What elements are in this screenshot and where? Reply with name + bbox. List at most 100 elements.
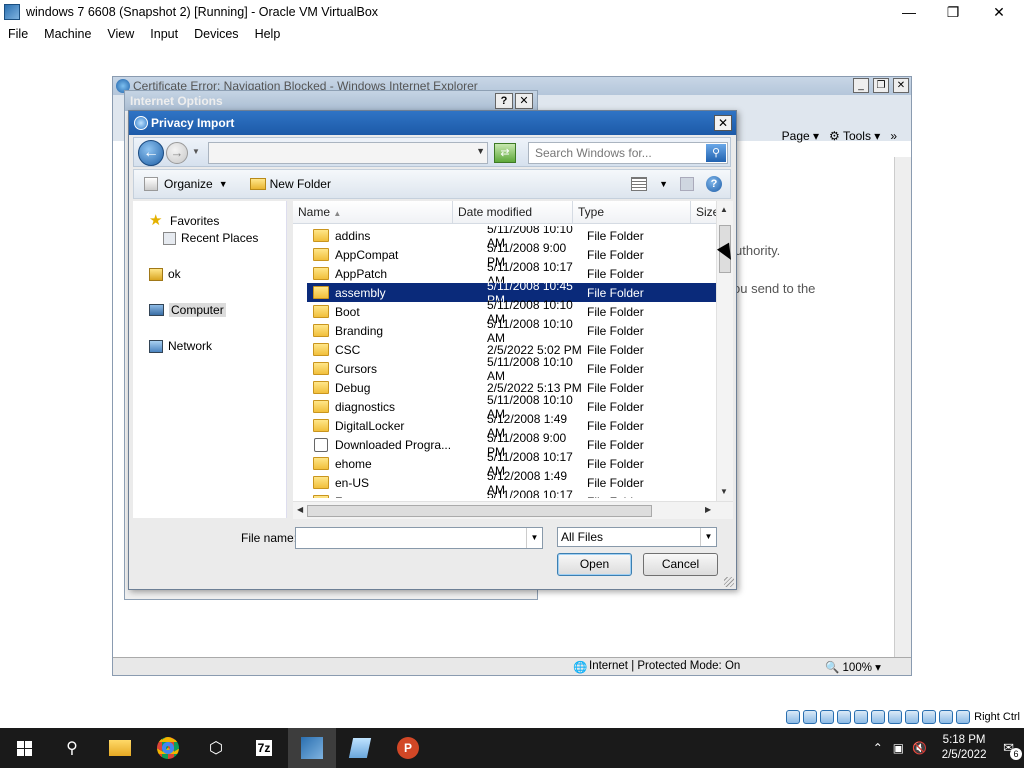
file-type: File Folder	[587, 247, 644, 262]
nav-network[interactable]: Network	[149, 339, 212, 353]
search-button[interactable]: ⚲	[48, 728, 96, 768]
nav-favorites[interactable]: ★ Favorites	[149, 213, 219, 229]
mouse-integration-icon[interactable]	[939, 710, 954, 724]
globe-icon: 🌐	[573, 662, 588, 674]
folder-icon	[313, 229, 329, 242]
7zip-icon: 7z	[255, 740, 273, 756]
new-folder-button[interactable]: New Folder	[249, 177, 331, 191]
hdd-icon[interactable]	[786, 710, 801, 724]
forward-button[interactable]: →	[166, 142, 188, 164]
column-size[interactable]: Size	[691, 201, 719, 223]
file-explorer-button[interactable]	[96, 728, 144, 768]
ie-minimize-button[interactable]: _	[853, 78, 869, 93]
nav-ok[interactable]: ok	[149, 267, 181, 281]
network-adapter-icon[interactable]	[837, 710, 852, 724]
menu-machine[interactable]: Machine	[36, 27, 99, 41]
virtualbox-icon	[301, 737, 323, 759]
ie-maximize-button[interactable]: ❐	[873, 78, 889, 93]
cpu-icon[interactable]	[922, 710, 937, 724]
minimize-button[interactable]: —	[886, 0, 932, 24]
address-bar[interactable]: ▼	[208, 142, 488, 164]
ie-command-bar: Page ▾ ⚙ Tools ▾ »	[782, 129, 897, 143]
file-name: Fonts	[335, 495, 465, 499]
chevron-down-icon: ▼	[218, 179, 228, 189]
notification-center-icon[interactable]: ✉ 6	[1003, 740, 1022, 760]
page-menu[interactable]: Page ▾	[782, 129, 819, 143]
horizontal-scroll-thumb[interactable]	[307, 505, 652, 517]
usb-icon[interactable]	[854, 710, 869, 724]
search-input[interactable]: Search Windows for... ⚲	[528, 142, 728, 164]
internet-options-title: Internet Options	[130, 94, 223, 108]
file-date-modified: 5/11/2008 10:17 AM	[487, 487, 573, 499]
start-button[interactable]	[0, 728, 48, 768]
nav-computer[interactable]: Computer	[149, 303, 226, 317]
close-button[interactable]: ✕	[976, 0, 1022, 24]
views-dropdown-icon[interactable]: ▼	[659, 179, 668, 189]
file-row[interactable]: Cursors 5/11/2008 10:10 AM File Folder	[307, 355, 717, 383]
optical-drive-icon[interactable]	[803, 710, 818, 724]
menu-devices[interactable]: Devices	[186, 27, 246, 41]
search-icon[interactable]: ⚲	[706, 144, 726, 162]
clock[interactable]: 5:18 PM 2/5/2022	[931, 733, 997, 763]
preview-pane-icon[interactable]	[680, 177, 694, 191]
back-button[interactable]: ←	[138, 140, 164, 166]
restore-button[interactable]: ❐	[930, 0, 976, 24]
7zip-button[interactable]: 7z	[240, 728, 288, 768]
refresh-button[interactable]: ⇄	[494, 143, 516, 163]
file-type: File Folder	[587, 418, 644, 433]
chrome-button[interactable]	[144, 728, 192, 768]
menu-view[interactable]: View	[99, 27, 142, 41]
file-type-filter[interactable]: All Files ▼	[557, 527, 717, 547]
audio-icon[interactable]	[820, 710, 835, 724]
network-tray-icon[interactable]: ▣	[893, 741, 904, 755]
show-hidden-icons-icon[interactable]: ⌃	[873, 741, 883, 755]
column-type[interactable]: Type	[573, 201, 691, 223]
keyboard-icon[interactable]	[956, 710, 971, 724]
shared-folders-icon[interactable]	[871, 710, 886, 724]
views-icon[interactable]	[631, 177, 648, 191]
display-icon[interactable]	[888, 710, 903, 724]
dialog-close-button[interactable]: ✕	[714, 115, 732, 131]
menu-help[interactable]: Help	[247, 27, 289, 41]
column-name[interactable]: Name ▲	[293, 201, 453, 223]
file-type: File Folder	[585, 495, 695, 499]
menu-input[interactable]: Input	[142, 27, 186, 41]
scroll-down-icon[interactable]: ▼	[720, 487, 728, 496]
zoom-control[interactable]: 🔍 100% ▾	[825, 660, 881, 674]
column-date-modified[interactable]: Date modified	[453, 201, 573, 223]
virtualbox-taskbar-button[interactable]	[288, 728, 336, 768]
volume-muted-icon[interactable]: 🔇	[912, 741, 927, 755]
notes-app-button[interactable]	[336, 728, 384, 768]
chevron-icon[interactable]: »	[890, 129, 897, 143]
powerpoint-button[interactable]: P	[384, 728, 432, 768]
open-button[interactable]: Open	[557, 553, 632, 576]
3d-app-button[interactable]: ⬡	[192, 728, 240, 768]
filter-dropdown-icon[interactable]: ▼	[700, 528, 716, 546]
help-icon[interactable]: ?	[706, 176, 722, 192]
ie-vertical-scrollbar[interactable]	[894, 157, 911, 657]
vbox-window-title: windows 7 6608 (Snapshot 2) [Running] - …	[26, 5, 379, 19]
nav-recent-places[interactable]: Recent Places	[163, 231, 258, 245]
io-help-button[interactable]: ?	[495, 93, 513, 109]
recording-icon[interactable]	[905, 710, 920, 724]
address-dropdown-icon[interactable]: ▼	[476, 146, 485, 156]
tools-menu[interactable]: ⚙ Tools ▾	[829, 129, 880, 143]
file-list-horizontal-scrollbar[interactable]: ◀ ▶	[293, 501, 733, 519]
organize-button[interactable]: Organize ▼	[144, 177, 228, 191]
io-close-button[interactable]: ✕	[515, 93, 533, 109]
ie-close-button[interactable]: ✕	[893, 78, 909, 93]
menu-file[interactable]: File	[0, 27, 36, 41]
cancel-button[interactable]: Cancel	[643, 553, 718, 576]
file-name-dropdown-icon[interactable]: ▼	[526, 528, 542, 548]
file-row[interactable]: Fonts 5/11/2008 10:17 AM File Folder	[307, 488, 717, 499]
navigation-pane: ★ Favorites Recent Places ok Computer Ne…	[133, 201, 287, 518]
scroll-right-icon[interactable]: ▶	[705, 505, 711, 514]
scroll-up-icon[interactable]: ▲	[720, 205, 728, 214]
dialog-title: Privacy Import	[151, 116, 235, 130]
recent-locations-dropdown[interactable]: ▼	[192, 147, 200, 156]
scroll-left-icon[interactable]: ◀	[297, 505, 303, 514]
file-row[interactable]: Branding 5/11/2008 10:10 AM File Folder	[307, 317, 717, 345]
resize-grip[interactable]	[724, 577, 734, 587]
gear-icon: ⚙	[829, 129, 840, 143]
file-name-input[interactable]: ▼	[295, 527, 543, 549]
